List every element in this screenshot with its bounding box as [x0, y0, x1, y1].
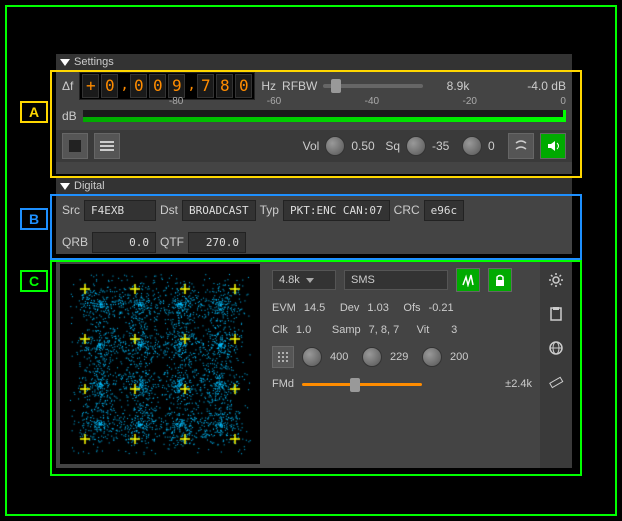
collapse-icon: [60, 183, 70, 190]
db-meter: . -80 -60 -40 -20 0: [83, 110, 566, 122]
rfbw-label: RFBW: [282, 79, 317, 93]
clipboard-icon[interactable]: [546, 304, 566, 324]
dst-field[interactable]: BROADCAST: [182, 200, 256, 221]
digital-title: Digital: [74, 180, 105, 192]
knob1[interactable]: [302, 347, 322, 367]
lock-icon[interactable]: [488, 268, 512, 292]
gear-icon[interactable]: [546, 270, 566, 290]
qrb-label: QRB: [62, 235, 88, 249]
baud-combo[interactable]: 4.8k: [272, 270, 336, 290]
sq2-knob[interactable]: [462, 136, 482, 156]
dev-value: 1.03: [367, 302, 395, 314]
crc-field[interactable]: e96c: [424, 200, 465, 221]
settings-header[interactable]: Settings: [56, 54, 572, 70]
scope-panel: 4.8k SMS EVM 14.5 Dev 1.03 Ofs -0.21 Clk…: [56, 260, 572, 468]
dst-label: Dst: [160, 203, 178, 217]
grid-small-icon[interactable]: [272, 346, 294, 368]
src-field[interactable]: F4EXB: [84, 200, 156, 221]
rfbw-value: 8.9k: [429, 79, 469, 93]
gain-value: -4.0 dB: [527, 79, 566, 93]
samp-value: 7, 8, 7: [369, 324, 409, 336]
vol-value: 0.50: [351, 139, 379, 153]
qtf-field[interactable]: 270.0: [188, 232, 246, 253]
ofs-value: -0.21: [429, 302, 454, 314]
fmd-slider[interactable]: [302, 383, 422, 386]
sq-label: Sq: [385, 139, 400, 153]
fmd-value: ±2.4k: [505, 378, 532, 390]
grid-icon[interactable]: [62, 133, 88, 159]
fmd-label: FMd: [272, 378, 294, 390]
sq-value: -35: [432, 139, 456, 153]
globe-icon[interactable]: [546, 338, 566, 358]
section-label-a: A: [20, 101, 48, 123]
typ-field[interactable]: PKT:ENC CAN:07: [283, 200, 390, 221]
ofs-label: Ofs: [403, 302, 420, 314]
vit-value: 3: [437, 324, 457, 336]
deltaf-label: Δf: [62, 79, 73, 93]
src-label: Src: [62, 203, 80, 217]
digital-panel: Digital Src F4EXB Dst BROADCAST Typ PKT:…: [56, 178, 572, 254]
typ-label: Typ: [260, 203, 279, 217]
db-label: dB: [62, 109, 77, 123]
dev-label: Dev: [340, 302, 360, 314]
qtf-label: QTF: [160, 235, 184, 249]
section-label-b: B: [20, 208, 48, 230]
speaker-icon[interactable]: [540, 133, 566, 159]
ruler-icon[interactable]: [546, 372, 566, 392]
settings-title: Settings: [74, 56, 114, 68]
menu-icon[interactable]: [94, 133, 120, 159]
evm-label: EVM: [272, 302, 296, 314]
rfbw-slider[interactable]: [323, 84, 423, 88]
filter-icon[interactable]: [508, 133, 534, 159]
clk-value: 1.0: [296, 324, 324, 336]
digital-header[interactable]: Digital: [56, 178, 572, 194]
settings-panel: Settings Δf + 0 , 0 0 9 , 7 8 0 Hz RFBW …: [56, 54, 572, 174]
knob2[interactable]: [362, 347, 382, 367]
constellation-display: [60, 264, 260, 464]
vit-label: Vit: [417, 324, 430, 336]
knob3-value: 200: [450, 351, 468, 363]
scope-icon[interactable]: [456, 268, 480, 292]
sq-knob[interactable]: [406, 136, 426, 156]
chevron-down-icon: [306, 278, 314, 283]
mode-combo[interactable]: SMS: [344, 270, 448, 290]
knob1-value: 400: [330, 351, 354, 363]
clk-label: Clk: [272, 324, 288, 336]
vol-knob[interactable]: [325, 136, 345, 156]
sq2-value: 0: [488, 139, 502, 153]
collapse-icon: [60, 59, 70, 66]
side-toolbar: [540, 260, 572, 468]
evm-value: 14.5: [304, 302, 332, 314]
section-label-c: C: [20, 270, 48, 292]
qrb-field[interactable]: 0.0: [92, 232, 156, 253]
crc-label: CRC: [394, 203, 420, 217]
freq-unit: Hz: [261, 79, 276, 93]
samp-label: Samp: [332, 324, 361, 336]
knob2-value: 229: [390, 351, 414, 363]
vol-label: Vol: [303, 139, 320, 153]
knob3[interactable]: [422, 347, 442, 367]
